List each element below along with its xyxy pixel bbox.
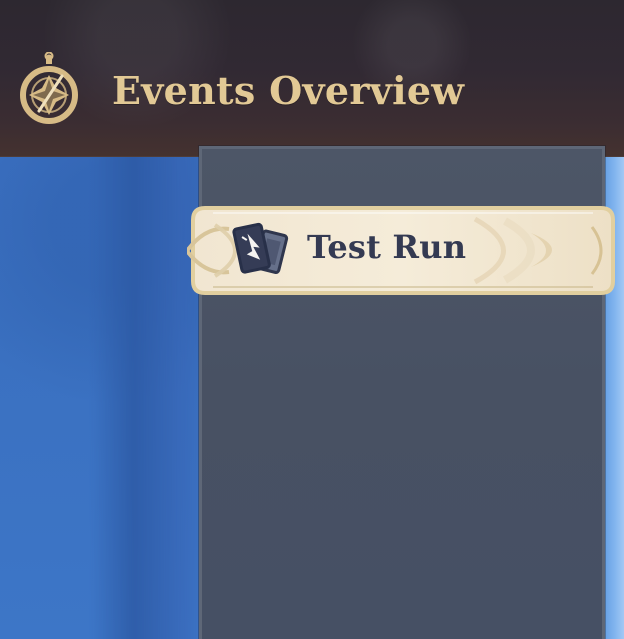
event-tab-test-run[interactable]: Test Run: [187, 203, 619, 298]
header-bar: Events Overview: [0, 0, 624, 157]
event-tab-label: Test Run: [307, 228, 467, 266]
page-title: Events Overview: [112, 68, 465, 113]
compass-icon: [20, 52, 78, 124]
cards-icon: [232, 222, 289, 274]
